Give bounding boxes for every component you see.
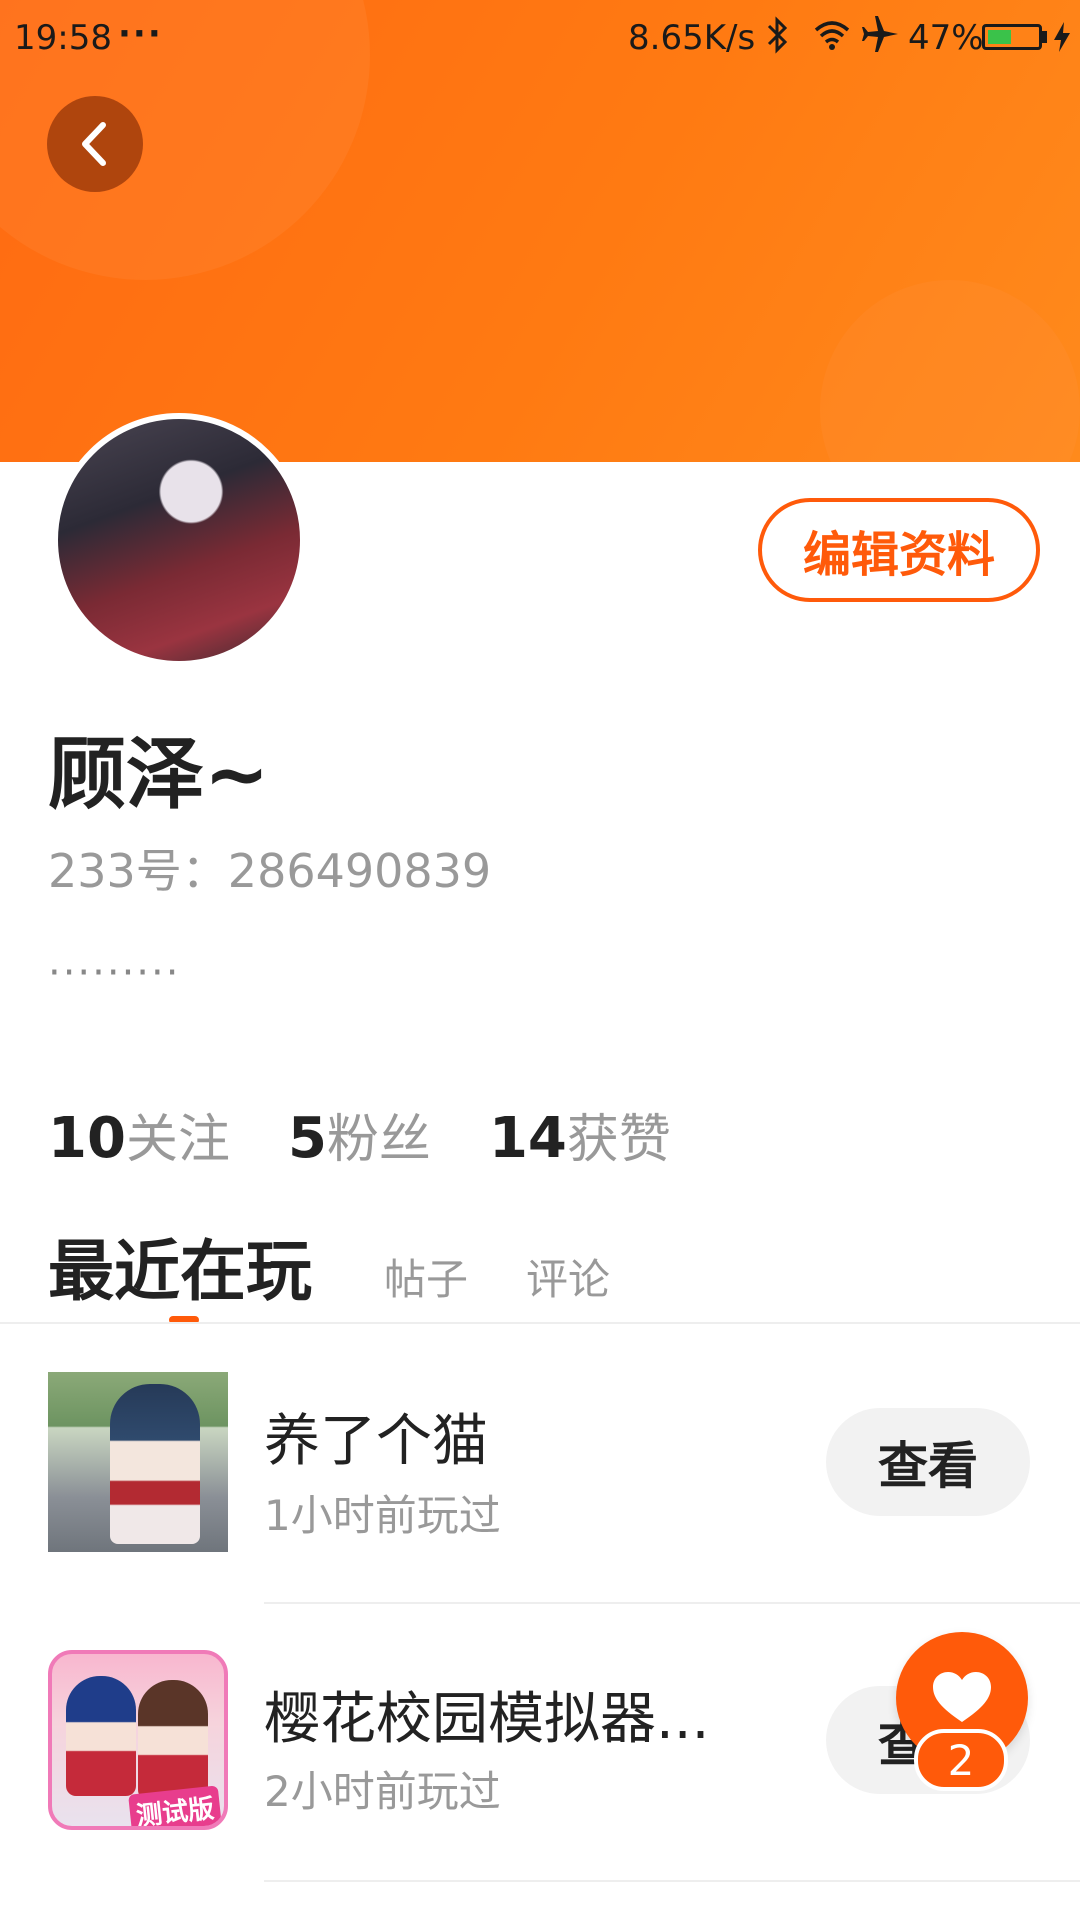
bio: ········· [48, 950, 181, 996]
username: 顾泽~ [48, 730, 270, 820]
game-art [66, 1676, 136, 1796]
view-button[interactable]: 查看 [826, 1408, 1030, 1516]
game-last-played: 1小时前玩过 [264, 1491, 501, 1540]
tab-recent-played[interactable]: 最近在玩 [48, 1218, 312, 1314]
divider [0, 1322, 1080, 1324]
likes-count: 14 [488, 1106, 567, 1171]
status-bar: 19:58 ··· 8.65K/s 47% [0, 0, 1080, 78]
like-count-badge: 2 [914, 1729, 1008, 1791]
avatar[interactable] [52, 413, 306, 667]
battery-tip [1042, 31, 1047, 43]
battery-icon [982, 24, 1042, 50]
game-art [110, 1384, 200, 1544]
likes-label: 获赞 [566, 1110, 671, 1170]
back-button[interactable] [47, 96, 143, 192]
game-title: 樱花校园模拟器... [264, 1687, 710, 1752]
tab-comments[interactable]: 评论 [526, 1246, 610, 1307]
following-count: 10 [48, 1106, 126, 1171]
game-icon[interactable] [48, 1372, 228, 1552]
tab-posts[interactable]: 帖子 [384, 1246, 468, 1307]
game-icon[interactable]: 测试版 [48, 1650, 228, 1830]
edit-profile-button[interactable]: 编辑资料 [758, 498, 1040, 602]
game-last-played: 2小时前玩过 [264, 1767, 501, 1816]
user-id: 233号：286490839 [48, 844, 492, 898]
fans-count: 5 [287, 1106, 327, 1171]
network-speed: 8.65K/s [628, 18, 756, 58]
chevron-left-icon [82, 122, 106, 166]
stat-fans[interactable]: 5 粉丝 [288, 1097, 431, 1172]
fans-label: 粉丝 [326, 1110, 431, 1170]
charging-icon [1052, 20, 1072, 62]
game-art [138, 1680, 208, 1800]
airplane-icon [860, 14, 900, 63]
stats-row: 10 关注 5 粉丝 14 获赞 [48, 1097, 729, 1172]
heart-icon [933, 1672, 991, 1722]
status-more-icon: ··· [118, 14, 163, 54]
divider [264, 1602, 1080, 1604]
stat-likes[interactable]: 14 获赞 [489, 1097, 671, 1172]
stat-following[interactable]: 10 关注 [48, 1097, 230, 1172]
following-label: 关注 [125, 1110, 230, 1170]
game-title: 养了个猫 [264, 1409, 488, 1474]
wifi-icon [812, 16, 852, 63]
header-decoration [820, 280, 1080, 462]
bluetooth-icon [765, 16, 791, 63]
divider [264, 1880, 1080, 1882]
status-time: 19:58 [14, 18, 112, 58]
battery-percent: 47% [908, 18, 984, 58]
